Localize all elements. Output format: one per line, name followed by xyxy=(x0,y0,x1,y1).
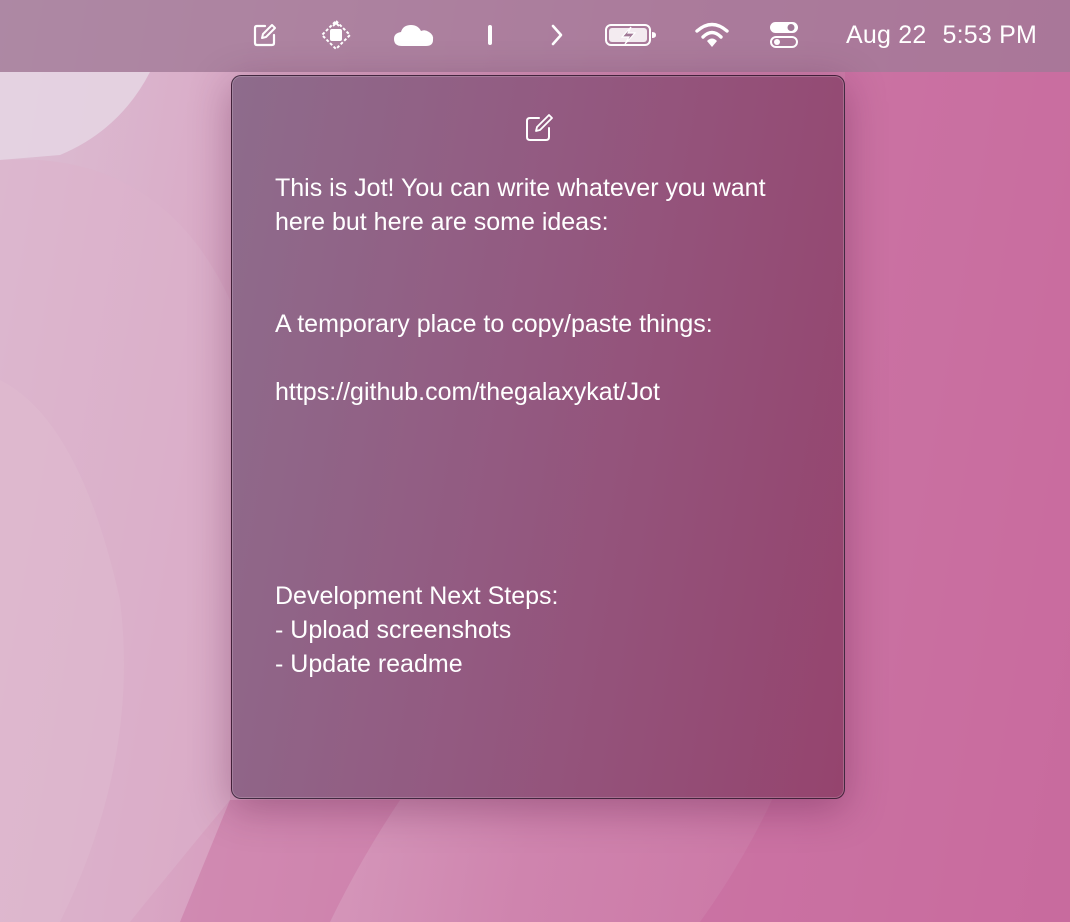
jot-popover: This is Jot! You can write whatever you … xyxy=(231,75,845,799)
battery-charging-icon[interactable] xyxy=(604,18,658,52)
jot-compose-icon[interactable] xyxy=(250,18,280,52)
wifi-icon[interactable] xyxy=(694,18,730,52)
menu-bar-clock[interactable]: Aug 22 5:53 PM xyxy=(846,18,1037,52)
app-status-icon[interactable] xyxy=(319,18,353,52)
chevron-right-icon[interactable] xyxy=(546,18,568,52)
control-center-icon[interactable] xyxy=(768,18,800,52)
divider-bar-icon[interactable] xyxy=(482,18,498,52)
menu-bar: Aug 22 5:53 PM xyxy=(0,0,1070,72)
note-text-area[interactable]: This is Jot! You can write whatever you … xyxy=(275,171,815,681)
cloud-icon[interactable] xyxy=(392,18,436,52)
clock-date: Aug 22 xyxy=(846,20,927,49)
clock-time: 5:53 PM xyxy=(942,20,1037,49)
compose-icon[interactable] xyxy=(521,110,557,146)
